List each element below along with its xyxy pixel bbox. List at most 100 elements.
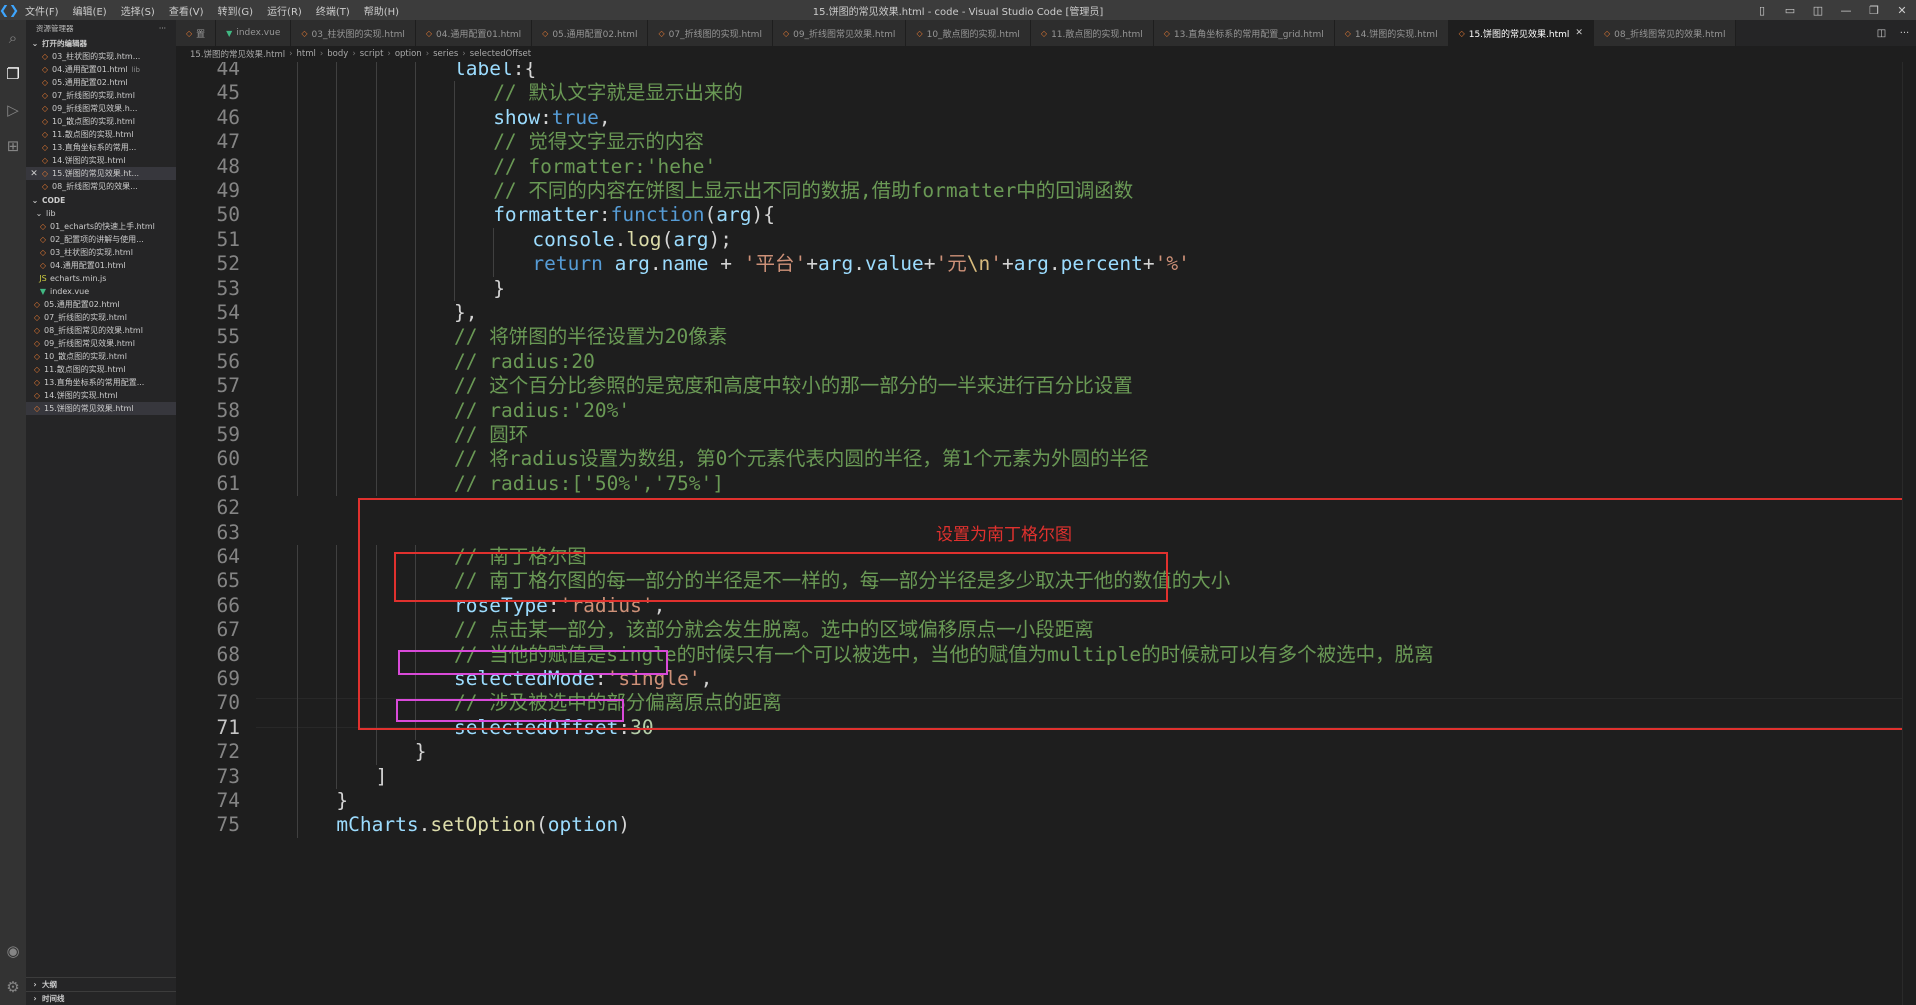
code-text: // 圆环 (454, 423, 528, 447)
editor-tab[interactable]: ◇ 07_折线图的实现.html (648, 20, 773, 46)
breadcrumb-item[interactable]: body (327, 49, 348, 59)
minimize-icon[interactable]: — (1832, 0, 1860, 20)
outline-section[interactable]: › 大纲 (26, 977, 176, 991)
file-item[interactable]: ◇ 02_配置项的讲解与使用... (26, 233, 176, 246)
file-item[interactable]: ✕ ◇ 15.饼图的常见效果.ht... (26, 167, 176, 180)
file-item[interactable]: ◇ 09_折线图常见效果.h... (26, 102, 176, 115)
indent-guide (336, 325, 338, 350)
editor-tab[interactable]: ◇ 10_散点图的实现.html (906, 20, 1031, 46)
file-item[interactable]: ◇ 11.散点图的实现.html (26, 363, 176, 376)
file-item[interactable]: ▼ index.vue (26, 285, 176, 298)
close-editor-icon[interactable]: ✕ (28, 169, 40, 179)
layout-icon[interactable]: ◫ (1804, 0, 1832, 20)
editor-tab[interactable]: ◇ 置 (176, 20, 217, 46)
file-item[interactable]: ◇ 10_散点图的实现.html (26, 115, 176, 128)
code-editor[interactable]: 44 label:{45// 默认文字就是显示出来的 46 show:true, 47/… (176, 62, 1916, 1005)
file-item[interactable]: ◇ 01_echarts的快速上手.html (26, 220, 176, 233)
split-editor-icon[interactable]: ◫ (1877, 28, 1886, 39)
file-item[interactable]: ◇ 04.通用配置01.html (26, 259, 176, 272)
file-item[interactable]: ◇ 07_折线图的实现.html (26, 89, 176, 102)
layout-sidebar-icon[interactable]: ▯ (1748, 0, 1776, 20)
timeline-title: 时间线 (42, 994, 65, 1003)
file-item-label: 10_散点图的实现.html (44, 352, 127, 361)
editor-tab[interactable]: ◇ 04.通用配置01.html (415, 20, 533, 46)
html-file-icon: ◇ (41, 117, 49, 126)
editor-tab[interactable]: ◇ 03_柱状图的实现.html (291, 20, 416, 46)
more-actions-icon[interactable]: ··· (1900, 28, 1910, 39)
breadcrumb-item[interactable]: option (395, 49, 422, 59)
run-debug-icon[interactable]: ▷ (0, 92, 26, 128)
file-item[interactable]: ◇ 04.通用配置01.html lib (26, 63, 176, 76)
search-icon[interactable]: ⌕ (0, 20, 26, 56)
menu-item[interactable]: 运行(R) (260, 3, 309, 18)
file-item[interactable]: ◇ 10_散点图的实现.html (26, 350, 176, 363)
file-item[interactable]: ◇ 03_柱状图的实现.html (26, 246, 176, 259)
editor-tab[interactable]: ◇ 15.饼图的常见效果.html ✕ (1448, 20, 1594, 46)
layout-panel-icon[interactable]: ▭ (1776, 0, 1804, 20)
file-item[interactable]: ◇ 11.散点图的实现.html (26, 128, 176, 141)
editor-tab[interactable]: ◇ 11.散点图的实现.html (1030, 20, 1154, 46)
file-item[interactable]: ◇ 05.通用配置02.html (26, 76, 176, 89)
indent-guide (336, 227, 338, 253)
maximize-icon[interactable]: ❐ (1860, 0, 1888, 20)
editor-tab[interactable]: ▼ index.vue (216, 20, 292, 46)
close-tab-icon[interactable]: ✕ (1575, 28, 1583, 38)
file-item[interactable]: JS echarts.min.js (26, 272, 176, 285)
file-item-label: 03_柱状图的实现.html (50, 248, 133, 257)
code-line: 52 return arg.name + '平台'+arg.value+'元\n'… (176, 252, 1916, 276)
line-number: 56 (216, 349, 240, 373)
breadcrumb-item[interactable]: series (433, 49, 458, 59)
more-actions-icon[interactable]: ··· (159, 24, 166, 33)
code-token: arg (716, 203, 752, 227)
file-item[interactable]: ◇ 08_折线图常见的效果.html (26, 324, 176, 337)
file-item[interactable]: ◇ 03_柱状图的实现.htm... (26, 50, 176, 63)
timeline-section[interactable]: › 时间线 (26, 991, 176, 1005)
html-file-icon: ◇ (41, 143, 49, 152)
open-editors-section[interactable]: ⌄ 打开的编辑器 (26, 36, 176, 50)
breadcrumb-item[interactable]: selectedOffset (470, 49, 531, 59)
menu-item[interactable]: 查看(V) (162, 3, 211, 18)
file-item[interactable]: ◇ 09_折线图常见效果.html (26, 337, 176, 350)
settings-gear-icon[interactable]: ⚙ (0, 969, 26, 1005)
code-line: 49 // 不同的内容在饼图上显示出不同的数据,借助formatter中的回调函数 (176, 179, 1916, 203)
breadcrumb-item[interactable]: html (297, 49, 316, 59)
overview-ruler[interactable] (1902, 62, 1916, 1005)
html-file-icon: ◇ (33, 326, 41, 335)
editor-tab[interactable]: ◇ 13.直角坐标系的常用配置_grid.html (1153, 20, 1335, 46)
editor-tab[interactable]: ◇ 09_折线图常见效果.html (772, 20, 907, 46)
editor-tab[interactable]: ◇ 08_折线图常见的效果.html (1593, 20, 1737, 46)
file-item-label: 08_折线图常见的效果.html (44, 326, 143, 335)
menu-item[interactable]: 转到(G) (211, 3, 261, 18)
code-line: 45 // 默认文字就是显示出来的 (176, 81, 1916, 105)
code-token: ] (375, 764, 388, 788)
menu-item[interactable]: 帮助(H) (357, 3, 406, 18)
breadcrumb-item[interactable]: 15.饼图的常见效果.html (190, 48, 285, 60)
indent-guide (375, 105, 377, 131)
menu-item[interactable]: 文件(F) (18, 3, 66, 18)
explorer-icon[interactable]: ❐ (0, 56, 26, 92)
menu-item[interactable]: 终端(T) (309, 3, 357, 18)
workspace-folder-section[interactable]: ⌄ CODE (26, 193, 176, 207)
extensions-icon[interactable]: ⊞ (0, 128, 26, 164)
file-item[interactable]: ◇ 08_折线图常见的效果... (26, 180, 176, 193)
file-item[interactable]: ◇ 14.饼图的实现.html (26, 389, 176, 402)
file-item-label: 02_配置项的讲解与使用... (50, 235, 144, 244)
indent-guide (414, 276, 416, 301)
editor-tab[interactable]: ◇ 14.饼图的实现.html (1334, 20, 1449, 46)
selectedoffset-box (396, 699, 624, 722)
file-item[interactable]: ◇ 15.饼图的常见效果.html (26, 402, 176, 415)
breadcrumb-item[interactable]: script (360, 49, 384, 59)
file-item[interactable]: ◇ 07_折线图的实现.html (26, 311, 176, 324)
editor-tab[interactable]: ◇ 05.通用配置02.html (532, 20, 649, 46)
close-window-icon[interactable]: ✕ (1888, 0, 1916, 20)
file-item[interactable]: ◇ 14.饼图的实现.html (26, 154, 176, 167)
menu-item[interactable]: 选择(S) (114, 3, 162, 18)
js-file-icon: JS (39, 274, 47, 283)
file-item[interactable]: ◇ 05.通用配置02.html (26, 298, 176, 311)
folder-lib[interactable]: ⌄ lib (26, 207, 176, 220)
file-item[interactable]: ◇ 13.直角坐标系的常用配置... (26, 376, 176, 389)
account-icon[interactable]: ◉ (0, 933, 26, 969)
menu-item[interactable]: 编辑(E) (66, 3, 114, 18)
file-item[interactable]: ◇ 13.直角坐标系的常用... (26, 141, 176, 154)
code-token: '平台' (743, 252, 807, 276)
